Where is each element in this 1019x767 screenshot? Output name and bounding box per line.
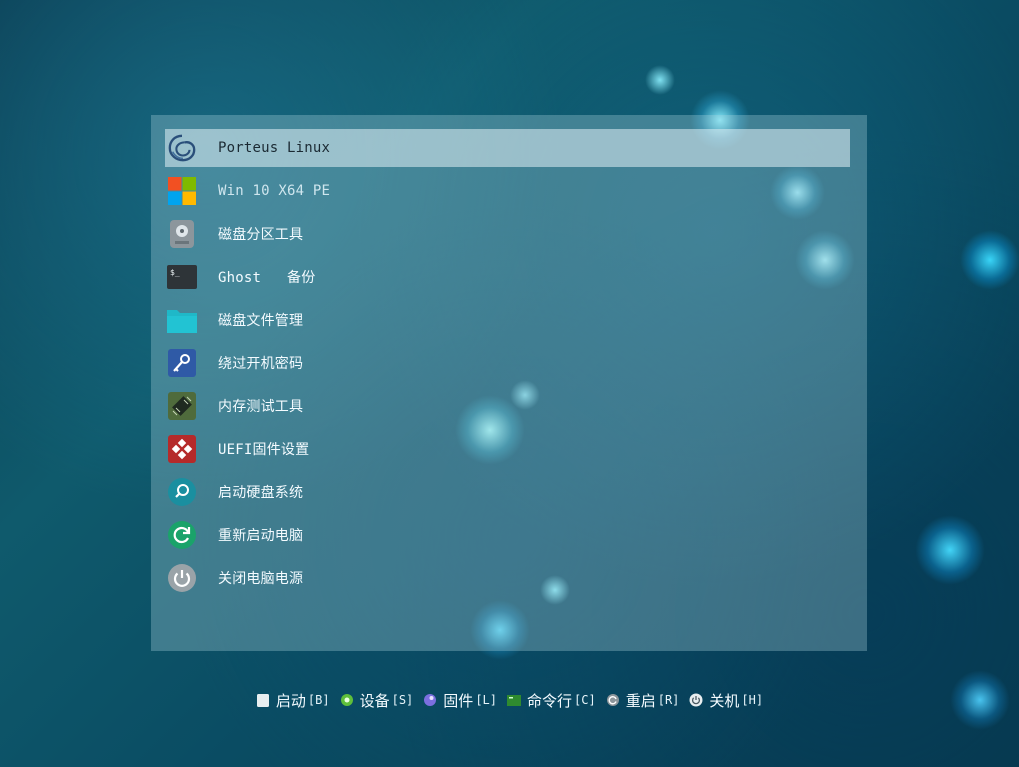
menu-item-disk-file-manager[interactable]: 磁盘文件管理 — [165, 301, 850, 339]
hotkey-key: [L] — [475, 693, 497, 707]
background-orb — [960, 230, 1019, 290]
device-gear-icon — [340, 693, 354, 707]
svg-text:$_: $_ — [170, 268, 180, 277]
hotkey-label: 设备 — [359, 691, 390, 710]
hotkey-label: 关机 — [709, 691, 740, 710]
restart-icon — [167, 520, 197, 550]
menu-item-power-off[interactable]: 关闭电脑电源 — [165, 559, 850, 597]
hotkey-label: 固件 — [443, 691, 474, 710]
menu-item-memory-test[interactable]: 内存测试工具 — [165, 387, 850, 425]
firmware-icon — [167, 434, 197, 464]
menu-item-disk-partition[interactable]: 磁盘分区工具 — [165, 215, 850, 253]
menu-item-uefi-settings[interactable]: UEFI固件设置 — [165, 430, 850, 468]
search-disk-icon — [167, 477, 197, 507]
hotkey-reboot[interactable]: 重启 [R] — [606, 690, 680, 711]
porteus-swirl-icon — [167, 133, 197, 163]
menu-item-win10-pe[interactable]: Win 10 X64 PE — [165, 172, 850, 210]
menu-item-bypass-password[interactable]: 绕过开机密码 — [165, 344, 850, 382]
memory-chip-icon — [167, 391, 197, 421]
disk-partition-icon — [167, 219, 197, 249]
menu-item-boot-disk[interactable]: 启动硬盘系统 — [165, 473, 850, 511]
menu-item-restart[interactable]: 重新启动电脑 — [165, 516, 850, 554]
shutdown-icon — [689, 693, 703, 707]
menu-item-label: 磁盘分区工具 — [218, 227, 304, 243]
background-orb — [915, 515, 985, 585]
key-icon — [167, 348, 197, 378]
menu-item-label: 绕过开机密码 — [218, 356, 304, 372]
hotkey-shutdown[interactable]: 关机 [H] — [689, 690, 763, 711]
boot-menu-panel: Porteus Linux Win 10 X64 PE 磁盘分区工具 $_ Gh… — [151, 115, 867, 651]
menu-item-label: UEFI固件设置 — [218, 442, 310, 458]
windows-logo-icon — [167, 176, 197, 206]
hotkey-key: [R] — [657, 693, 680, 707]
hotkey-boot[interactable]: 启动 [B] — [256, 690, 330, 711]
hotkey-key: [S] — [391, 693, 414, 707]
menu-item-porteus-linux[interactable]: Porteus Linux — [165, 129, 850, 167]
menu-item-label: Ghost 备份 — [218, 270, 316, 286]
hotkey-device[interactable]: 设备 [S] — [340, 690, 414, 711]
hotkey-label: 启动 — [275, 691, 306, 710]
reboot-icon — [606, 693, 620, 707]
hotkey-firmware[interactable]: 固件 [L] — [423, 690, 497, 711]
menu-item-label: 启动硬盘系统 — [218, 485, 304, 501]
terminal-icon: $_ — [167, 262, 197, 292]
menu-item-label: 重新启动电脑 — [218, 528, 304, 544]
hotkey-console[interactable]: 命令行 [C] — [507, 690, 596, 711]
hotkey-key: [B] — [307, 693, 330, 707]
hotkey-label: 重启 — [625, 691, 656, 710]
menu-item-label: 磁盘文件管理 — [218, 313, 304, 329]
folder-icon — [167, 305, 197, 335]
background-orb — [645, 65, 675, 95]
menu-item-label: 内存测试工具 — [218, 399, 304, 415]
hotkey-bar: 启动 [B] 设备 [S] 固件 [L] 命令行 [C] 重启 [R] 关机 [… — [0, 688, 1019, 712]
firmware-orb-icon — [423, 693, 437, 707]
menu-item-label: Win 10 X64 PE — [218, 183, 331, 199]
console-icon — [507, 693, 521, 707]
boot-square-icon — [256, 693, 270, 707]
menu-item-label: 关闭电脑电源 — [218, 571, 304, 587]
menu-item-label: Porteus Linux — [218, 140, 331, 156]
hotkey-key: [H] — [741, 693, 764, 707]
power-icon — [167, 563, 197, 593]
menu-item-ghost-backup[interactable]: $_ Ghost 备份 — [165, 258, 850, 296]
hotkey-label: 命令行 — [527, 691, 573, 710]
hotkey-key: [C] — [574, 693, 596, 707]
